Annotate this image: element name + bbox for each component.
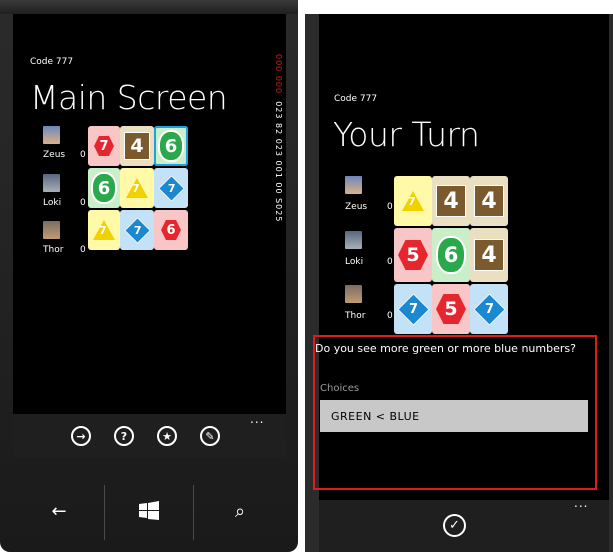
tile-number: 7 bbox=[408, 195, 416, 208]
avatar bbox=[345, 285, 362, 303]
choices-label: Choices bbox=[320, 383, 360, 394]
tile-number: 4 bbox=[474, 239, 504, 271]
tile[interactable]: 6 bbox=[88, 168, 120, 208]
edit-icon[interactable]: ✎ bbox=[200, 426, 220, 446]
avatar bbox=[43, 126, 60, 144]
app-bar: ✓ ... bbox=[319, 496, 609, 552]
tile[interactable]: 5 bbox=[432, 284, 470, 334]
player-name: Loki bbox=[345, 257, 364, 267]
player-name: Zeus bbox=[43, 150, 66, 160]
right-phone: Code 777 Your Turn Zeus 0 Loki 0 Thor 0 … bbox=[305, 14, 613, 552]
more-icon[interactable]: ... bbox=[250, 412, 264, 426]
player-score: 0 bbox=[387, 311, 393, 321]
confirm-icon[interactable]: ✓ bbox=[443, 514, 466, 537]
code-red: 000 000 bbox=[274, 54, 283, 95]
tile-number: 4 bbox=[436, 185, 466, 217]
tile[interactable]: 6 bbox=[154, 126, 188, 166]
app-bar: → ? ★ ✎ ... bbox=[13, 412, 286, 458]
next-icon[interactable]: → bbox=[71, 426, 91, 446]
tile-number: 6 bbox=[161, 220, 181, 240]
player-name: Thor bbox=[345, 311, 366, 321]
star-icon[interactable]: ★ bbox=[157, 426, 177, 446]
tile[interactable]: 7 bbox=[394, 176, 432, 226]
tile-number: 7 bbox=[484, 301, 494, 317]
avatar bbox=[345, 231, 362, 249]
tile-number: 6 bbox=[436, 236, 466, 274]
main-screen: Code 777 Main Screen 000 000 023 82 023 … bbox=[13, 14, 286, 458]
tile-number: 4 bbox=[124, 132, 150, 160]
tile[interactable]: 7 bbox=[120, 168, 154, 208]
tile[interactable]: 4 bbox=[470, 176, 508, 226]
tile-number: 7 bbox=[167, 181, 175, 195]
tile[interactable]: 6 bbox=[154, 210, 188, 250]
tile-number: 7 bbox=[133, 223, 141, 237]
back-button[interactable]: ← bbox=[13, 478, 105, 544]
tile-number: 7 bbox=[132, 182, 140, 195]
avatar bbox=[43, 174, 60, 192]
tile-number: 6 bbox=[158, 130, 184, 162]
page-title: Your Turn bbox=[333, 115, 480, 154]
tile[interactable]: 5 bbox=[394, 228, 432, 282]
windows-button[interactable] bbox=[105, 478, 193, 544]
app-name: Code 777 bbox=[334, 94, 378, 104]
tile[interactable]: 4 bbox=[120, 126, 154, 166]
choice-picker[interactable]: GREEN < BLUE bbox=[320, 400, 588, 432]
app-name: Code 777 bbox=[30, 57, 74, 67]
tile-number: 6 bbox=[91, 172, 117, 204]
tile[interactable]: 7 bbox=[154, 168, 188, 208]
page-title: Main Screen bbox=[30, 78, 228, 117]
tile[interactable]: 6 bbox=[432, 228, 470, 282]
more-icon[interactable]: ... bbox=[574, 496, 588, 510]
tile-number: 7 bbox=[99, 224, 107, 237]
tile-number: 5 bbox=[398, 240, 428, 270]
code-readout: 000 000 023 82 023 001 00 S025 bbox=[270, 54, 284, 404]
windows-icon bbox=[139, 501, 159, 520]
player-name: Loki bbox=[43, 198, 62, 208]
tile[interactable]: 7 bbox=[88, 210, 120, 250]
player-score: 0 bbox=[387, 257, 393, 267]
phone-top-bezel bbox=[0, 0, 298, 14]
player-score: 0 bbox=[80, 150, 86, 160]
avatar bbox=[345, 176, 362, 194]
tile-number: 4 bbox=[474, 185, 504, 217]
tile-number: 5 bbox=[436, 294, 466, 324]
help-icon[interactable]: ? bbox=[114, 426, 134, 446]
tile[interactable]: 7 bbox=[394, 284, 432, 334]
tile-number: 7 bbox=[94, 136, 114, 156]
player-name: Zeus bbox=[345, 202, 368, 212]
search-button[interactable]: ⌕ bbox=[194, 478, 286, 544]
player-score: 0 bbox=[80, 198, 86, 208]
tile[interactable]: 7 bbox=[88, 126, 120, 166]
tile[interactable]: 4 bbox=[432, 176, 470, 226]
question-text: Do you see more green or more blue numbe… bbox=[315, 342, 576, 355]
tile-number: 7 bbox=[408, 301, 418, 317]
avatar bbox=[43, 221, 60, 239]
player-score: 0 bbox=[80, 245, 86, 255]
code-white: 023 82 023 001 00 S025 bbox=[274, 101, 283, 223]
tile[interactable]: 7 bbox=[120, 210, 154, 250]
player-score: 0 bbox=[387, 202, 393, 212]
left-phone: Code 777 Main Screen 000 000 023 82 023 … bbox=[0, 0, 298, 552]
tile[interactable]: 4 bbox=[470, 228, 508, 282]
tile[interactable]: 7 bbox=[470, 284, 508, 334]
player-name: Thor bbox=[43, 245, 64, 255]
